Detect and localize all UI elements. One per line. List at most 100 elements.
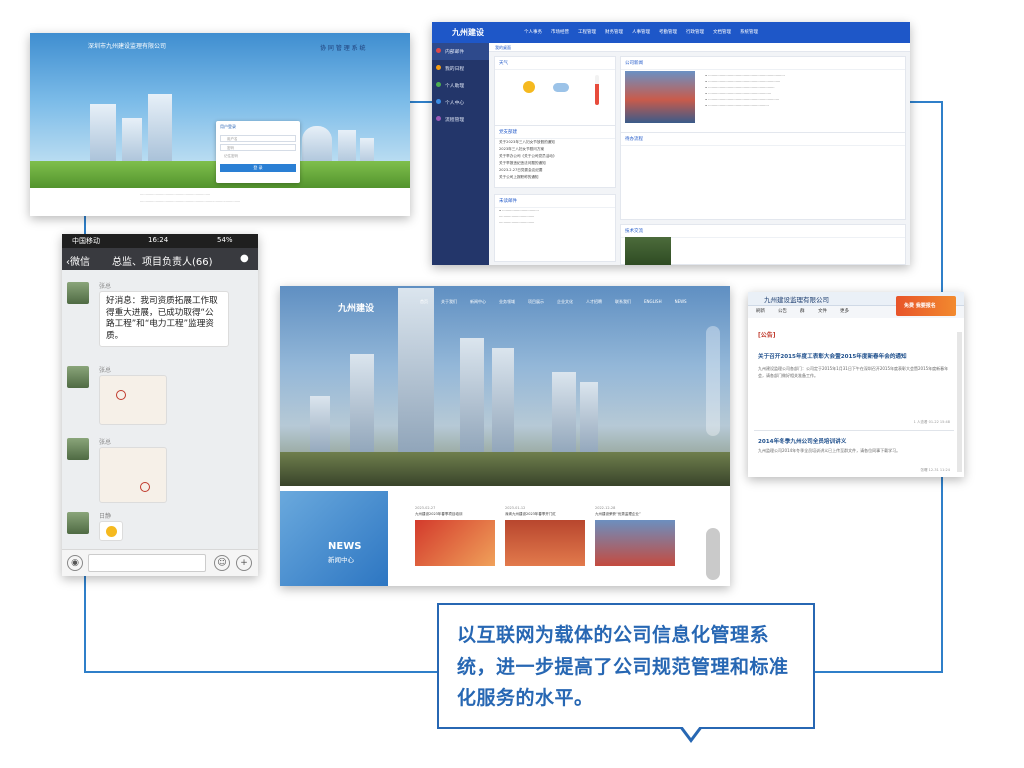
certificate-image[interactable] xyxy=(99,375,167,425)
toolbar-item[interactable]: 群 xyxy=(800,308,805,314)
avatar[interactable] xyxy=(67,512,89,534)
footer-text: ········································… xyxy=(140,200,241,204)
thermometer-icon xyxy=(595,75,599,105)
mail-widget-title: 未读邮件 xyxy=(495,195,615,208)
website-nav-item[interactable]: 首页 xyxy=(420,299,428,305)
article-thumbnail[interactable] xyxy=(415,520,495,566)
divider xyxy=(754,430,954,431)
website-nav-item[interactable]: 人才招聘 xyxy=(586,299,602,305)
portal-nav-item[interactable]: 工程管理 xyxy=(578,29,596,35)
chat-message[interactable]: 好消息：我司资质拓展工作取得重大进展，已成功取得“公路工程”和“电力工程”监理资… xyxy=(99,291,229,347)
website-nav-item[interactable]: NEWS xyxy=(675,299,687,305)
connector-line xyxy=(815,671,943,673)
sidebar-item-mail[interactable]: 内部邮件 xyxy=(432,43,489,60)
carrier-label: 中国移动 xyxy=(72,237,100,245)
building-image xyxy=(310,396,330,458)
toolbar-item[interactable]: 文件 xyxy=(818,308,827,314)
article-title[interactable]: 九州建设2023年春季项目培训 xyxy=(415,512,495,517)
notice-item[interactable]: 2023年三八妇女节慰问方案 xyxy=(495,146,615,153)
website-nav-item[interactable]: 新闻中心 xyxy=(470,299,486,305)
notice-item[interactable]: 关于公司上报职称的通知 xyxy=(495,174,615,181)
back-button[interactable]: ‹微信 xyxy=(66,253,90,268)
connector-line xyxy=(409,101,433,103)
toolbar-item[interactable]: 更多 xyxy=(840,308,849,314)
article-date: 2022-12-28 xyxy=(595,506,616,510)
news-widget-title: 公司新闻 xyxy=(621,57,905,70)
weather-title: 天气 xyxy=(495,57,615,70)
scrollbar[interactable] xyxy=(957,332,962,472)
login-page-screenshot: ········································… xyxy=(30,33,410,216)
avatar[interactable] xyxy=(67,366,89,388)
sidebar-item-label: 个人助理 xyxy=(445,84,465,89)
message-input[interactable] xyxy=(88,554,206,572)
password-field[interactable]: 密码 xyxy=(220,144,296,151)
certificate-image[interactable] xyxy=(99,447,167,503)
portal-nav-item[interactable]: 财务管理 xyxy=(605,29,623,35)
sidebar-item-assistant[interactable]: 个人助理 xyxy=(432,77,489,94)
message-text: 好消息：我司资质拓展工作取得重大进展，已成功取得“公路工程”和“电力工程”监理资… xyxy=(106,296,218,341)
website-nav-item[interactable]: 企业文化 xyxy=(557,299,573,305)
toolbar-item[interactable]: 刷新 xyxy=(756,308,765,314)
side-toolbar[interactable] xyxy=(706,326,720,436)
portal-nav-item[interactable]: 市场经营 xyxy=(551,29,569,35)
seal-icon xyxy=(140,482,150,492)
username-field[interactable]: 用户名 xyxy=(220,135,296,142)
notice-item[interactable]: 2023.2.27日党委会议纪要 xyxy=(495,167,615,174)
tech-widget: 技术交流 xyxy=(620,224,906,265)
connector-line xyxy=(84,214,86,234)
mail-widget: 未读邮件 • ································ … xyxy=(494,194,616,262)
login-footer: ········································… xyxy=(30,188,410,216)
building-image xyxy=(580,382,598,458)
sidebar-item-label: 我的日程 xyxy=(445,67,465,72)
avatar[interactable] xyxy=(67,438,89,460)
notice-item[interactable]: 关于举办公司《关于公司党员活动》 xyxy=(495,153,615,160)
sidebar-item-workflow[interactable]: 流程管理 xyxy=(432,111,489,128)
portal-tabrow: 我的桌面 xyxy=(489,43,910,52)
website-nav-item[interactable]: 项目展示 xyxy=(528,299,544,305)
portal-nav-item[interactable]: 考勤管理 xyxy=(659,29,677,35)
portal-topbar: 九州建设 个人事务 市场经营 工程管理 财务管理 人事管理 考勤管理 行政管理 … xyxy=(432,22,910,43)
website-nav-item[interactable]: 关于我们 xyxy=(441,299,457,305)
plus-icon[interactable]: + xyxy=(236,555,252,571)
notice-item[interactable]: 关于2023年三八妇女节放假的通知 xyxy=(495,139,615,146)
notice-title[interactable]: 关于召开2015年度工表彰大会暨2015年度新春年会的通知 xyxy=(758,352,950,360)
person-icon xyxy=(436,99,441,104)
group-title: 总监、项目负责人(66) xyxy=(112,257,213,268)
news-banner xyxy=(280,491,388,586)
voice-icon[interactable]: ◉ xyxy=(67,555,83,571)
side-toolbar[interactable] xyxy=(706,528,720,580)
notice-title[interactable]: 2014年冬季九州公司全员培训讲义 xyxy=(758,437,846,445)
ad-banner[interactable]: 免费 我要报名 xyxy=(896,296,956,316)
sidebar-item-personal[interactable]: 个人中心 xyxy=(432,94,489,111)
tab-desktop[interactable]: 我的桌面 xyxy=(495,45,511,51)
news-line: • ······································… xyxy=(705,104,769,108)
avatar[interactable] xyxy=(67,282,89,304)
website-nav-item[interactable]: ENGLISH xyxy=(644,299,662,305)
website-nav-item[interactable]: 业务领域 xyxy=(499,299,515,305)
portal-nav-item[interactable]: 系统管理 xyxy=(740,29,758,35)
sun-icon xyxy=(523,81,535,93)
login-button[interactable]: 登 录 xyxy=(220,164,296,172)
article-thumbnail[interactable] xyxy=(505,520,585,566)
emoji-message[interactable] xyxy=(99,521,123,541)
group-members-icon[interactable]: ● xyxy=(240,253,249,264)
portal-nav-item[interactable]: 个人事务 xyxy=(524,29,542,35)
article-thumbnail[interactable] xyxy=(595,520,675,566)
connector-line xyxy=(941,101,943,292)
notice-meta: 张曙 12-31 11:24 xyxy=(920,468,950,472)
portal-nav-item[interactable]: 行政管理 xyxy=(686,29,704,35)
portal-nav-item[interactable]: 人事管理 xyxy=(632,29,650,35)
footer-text: ········································… xyxy=(140,193,211,197)
remember-checkbox[interactable]: 记住密码 xyxy=(220,153,296,160)
toolbar-item[interactable]: 公告 xyxy=(778,308,787,314)
emoji-button-icon[interactable]: ☺ xyxy=(214,555,230,571)
website-nav-item[interactable]: 联系我们 xyxy=(615,299,631,305)
article-title[interactable]: 深圳九州建设2023年春季开门红 xyxy=(505,512,585,517)
sidebar-item-schedule[interactable]: 我的日程 xyxy=(432,60,489,77)
portal-nav-item[interactable]: 文档管理 xyxy=(713,29,731,35)
notice-item[interactable]: 关于举报违纪违法问题的通知 xyxy=(495,160,615,167)
article-title[interactable]: 九州建设荣获“优秀监理企业” xyxy=(595,512,675,517)
notice-meta: 1 人查看 01-22 15:48 xyxy=(913,420,950,424)
sidebar-item-label: 个人中心 xyxy=(445,101,465,106)
phone-status-bar: 中国移动 16:24 54% xyxy=(62,234,258,248)
